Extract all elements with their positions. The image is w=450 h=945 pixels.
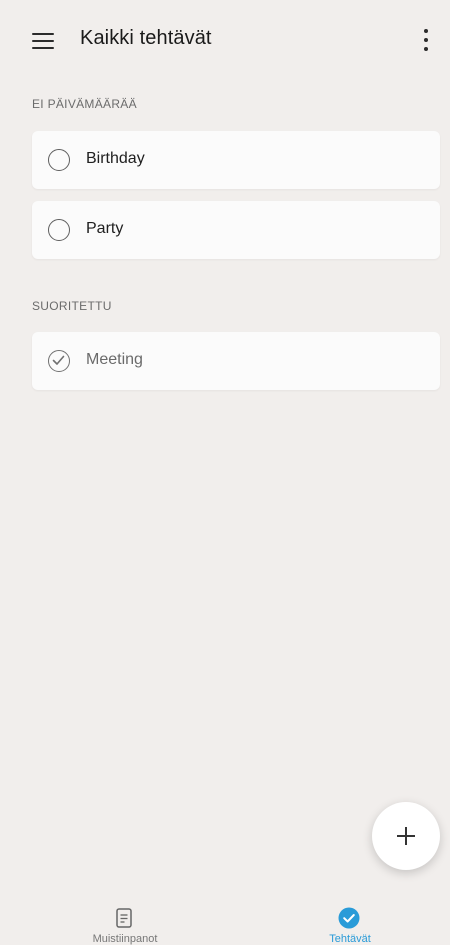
check-circle-icon	[338, 907, 360, 929]
nav-label-notes: Muistiinpanot	[92, 933, 158, 945]
task-item-party[interactable]: Party	[32, 201, 440, 259]
hamburger-menu-icon[interactable]	[32, 30, 54, 50]
nav-label-tasks: Tehtävät	[329, 933, 371, 945]
section-header-no-date: EI PÄIVÄMÄÄRÄÄ	[32, 97, 137, 111]
note-icon	[116, 908, 132, 928]
app-header: Kaikki tehtävät	[0, 18, 450, 62]
more-options-icon[interactable]	[416, 26, 436, 54]
task-label: Birthday	[86, 150, 145, 167]
page-title: Kaikki tehtävät	[80, 27, 212, 49]
task-item-meeting[interactable]: Meeting	[32, 332, 440, 390]
nav-item-notes[interactable]: Muistiinpanot	[55, 895, 195, 945]
nav-item-tasks[interactable]: Tehtävät	[280, 895, 420, 945]
task-label: Meeting	[86, 351, 143, 368]
task-checked-icon[interactable]	[48, 350, 70, 372]
task-checkbox-icon[interactable]	[48, 149, 70, 171]
section-header-completed: SUORITETTU	[32, 299, 112, 313]
bottom-navigation: Muistiinpanot Tehtävät	[0, 895, 450, 945]
task-label: Party	[86, 220, 124, 237]
task-item-birthday[interactable]: Birthday	[32, 131, 440, 189]
add-task-button[interactable]	[372, 802, 440, 870]
app-screen: Kaikki tehtävät EI PÄIVÄMÄÄRÄÄ Birthday …	[0, 0, 450, 945]
task-checkbox-icon[interactable]	[48, 219, 70, 241]
